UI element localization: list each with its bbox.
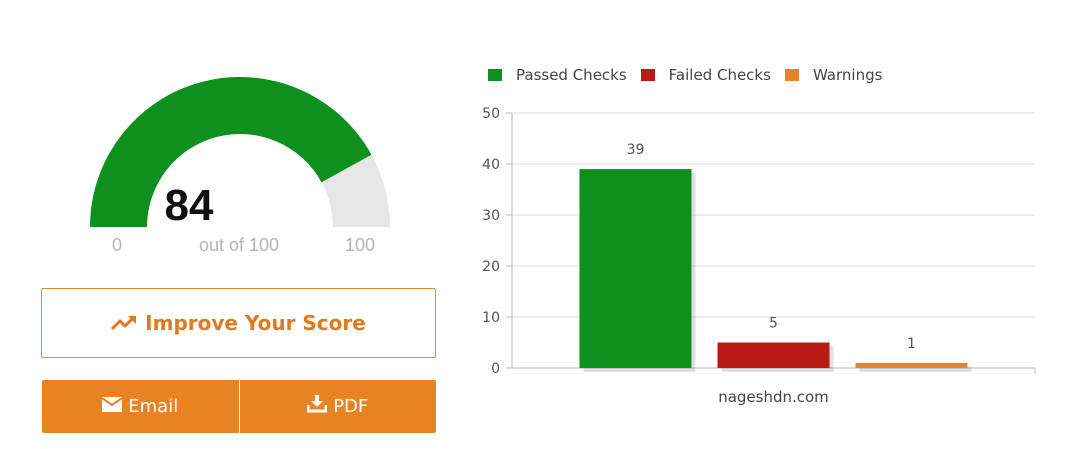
bar-data-label: 5: [769, 316, 778, 332]
envelope-icon: [101, 396, 123, 417]
improve-score-label: Improve Your Score: [145, 311, 366, 335]
bar-data-label: 1: [907, 336, 916, 352]
gauge-max-label: 100: [345, 235, 376, 255]
download-icon: [306, 395, 328, 418]
legend-swatch-passed: [488, 69, 502, 81]
y-tick-label: 30: [482, 208, 500, 224]
bar: [579, 169, 692, 368]
gauge-arc: [90, 76, 390, 228]
legend-item-warnings[interactable]: Warnings: [784, 66, 883, 84]
gauge-out-of-label: out of 100: [198, 235, 280, 255]
gauge-min-label: 0: [112, 235, 123, 255]
legend-label-warnings: Warnings: [812, 66, 883, 84]
chart-legend: Passed Checks Failed Checks Warnings: [488, 66, 896, 84]
y-tick-label: 50: [482, 106, 500, 122]
pdf-button[interactable]: PDF: [238, 380, 436, 433]
legend-swatch-warnings: [784, 69, 799, 81]
legend-item-passed[interactable]: Passed Checks: [488, 66, 627, 84]
legend-label-passed: Passed Checks: [516, 66, 627, 84]
legend-label-failed: Failed Checks: [668, 66, 771, 84]
gauge-score: 84: [164, 181, 214, 230]
y-tick-label: 10: [482, 310, 500, 326]
y-tick-label: 0: [491, 361, 500, 377]
share-actions: Email PDF: [42, 380, 436, 433]
improve-score-button[interactable]: Improve Your Score: [41, 288, 436, 358]
y-tick-label: 40: [482, 157, 500, 173]
bar-data-label: 39: [627, 142, 645, 158]
legend-item-failed[interactable]: Failed Checks: [640, 66, 771, 84]
bar: [717, 342, 830, 368]
bar-chart: 0 10 20 30 40 50 39 5 1 nageshdn.com: [482, 106, 1036, 406]
email-label: Email: [128, 396, 179, 417]
x-category-label: nageshdn.com: [718, 388, 829, 406]
email-button[interactable]: Email: [42, 380, 239, 433]
y-tick-label: 20: [482, 259, 500, 275]
bar: [855, 362, 968, 368]
legend-swatch-failed: [640, 69, 655, 81]
pdf-label: PDF: [333, 396, 369, 417]
trending-up-icon: [111, 315, 137, 331]
